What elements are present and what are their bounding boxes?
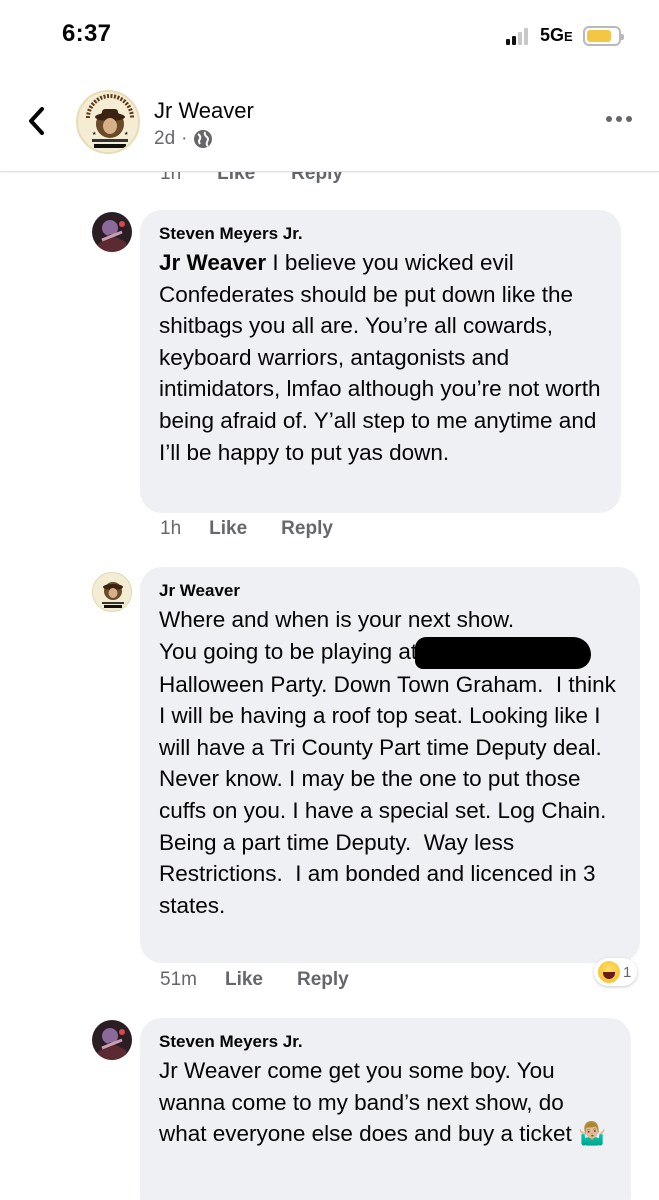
svg-text:★: ★ xyxy=(124,131,129,137)
reply-button[interactable]: Reply xyxy=(281,518,333,540)
globe-icon xyxy=(194,130,213,148)
post-header: ★ ★ Jr Weaver 2d · xyxy=(0,72,659,172)
commenter-avatar[interactable] xyxy=(92,1020,132,1060)
comment-text: Jr Weaver I believe you wicked evil Conf… xyxy=(159,250,607,465)
reply-button[interactable]: Reply xyxy=(297,969,349,991)
mention-link[interactable]: Jr Weaver xyxy=(159,250,266,275)
meta-separator: · xyxy=(181,128,188,149)
comment-text: Where and when is your next show. You go… xyxy=(159,607,623,918)
like-button[interactable]: Like xyxy=(209,518,247,540)
comment-actions: 1h Like Reply xyxy=(160,518,367,540)
comment-author[interactable]: Steven Meyers Jr. xyxy=(159,224,603,244)
comment-bubble: Steven Meyers Jr. Jr Weaver come get you… xyxy=(140,1018,631,1200)
comment-author[interactable]: Jr Weaver xyxy=(159,581,622,601)
post-meta: 2d · xyxy=(154,128,213,150)
battery-icon xyxy=(583,26,624,46)
author-name[interactable]: Jr Weaver xyxy=(154,98,254,124)
status-bar: 6:37 5GE xyxy=(0,0,659,72)
comment-bubble: Jr Weaver Where and when is your next sh… xyxy=(140,567,640,963)
haha-reaction-icon xyxy=(598,961,620,983)
cellular-signal-icon xyxy=(506,27,528,45)
network-type: 5GE xyxy=(540,25,573,45)
more-options-button[interactable] xyxy=(606,116,632,122)
comment-bubble: Steven Meyers Jr. Jr Weaver I believe yo… xyxy=(140,210,621,513)
redaction-mark xyxy=(415,636,592,669)
author-avatar[interactable]: ★ ★ xyxy=(76,90,140,154)
comment-text: Jr Weaver come get you some boy. You wan… xyxy=(159,1058,607,1147)
svg-text:★: ★ xyxy=(92,131,97,137)
comment-timestamp: 51m xyxy=(160,969,197,990)
shrug-emoji-icon: 🤷🏼‍♂️ xyxy=(578,1121,607,1147)
reaction-count: 1 xyxy=(623,963,632,981)
comment-timestamp: 1h xyxy=(160,518,182,539)
like-button[interactable]: Like xyxy=(225,969,263,991)
commenter-avatar[interactable] xyxy=(92,572,132,612)
comment-author[interactable]: Steven Meyers Jr. xyxy=(159,1032,613,1052)
post-age: 2d xyxy=(154,128,176,149)
reaction-summary[interactable]: 1 xyxy=(594,958,638,986)
comment-actions: 51m Like Reply xyxy=(160,969,383,991)
clock: 6:37 xyxy=(62,20,112,47)
commenter-avatar[interactable] xyxy=(92,212,132,252)
chevron-left-icon[interactable] xyxy=(24,104,50,138)
